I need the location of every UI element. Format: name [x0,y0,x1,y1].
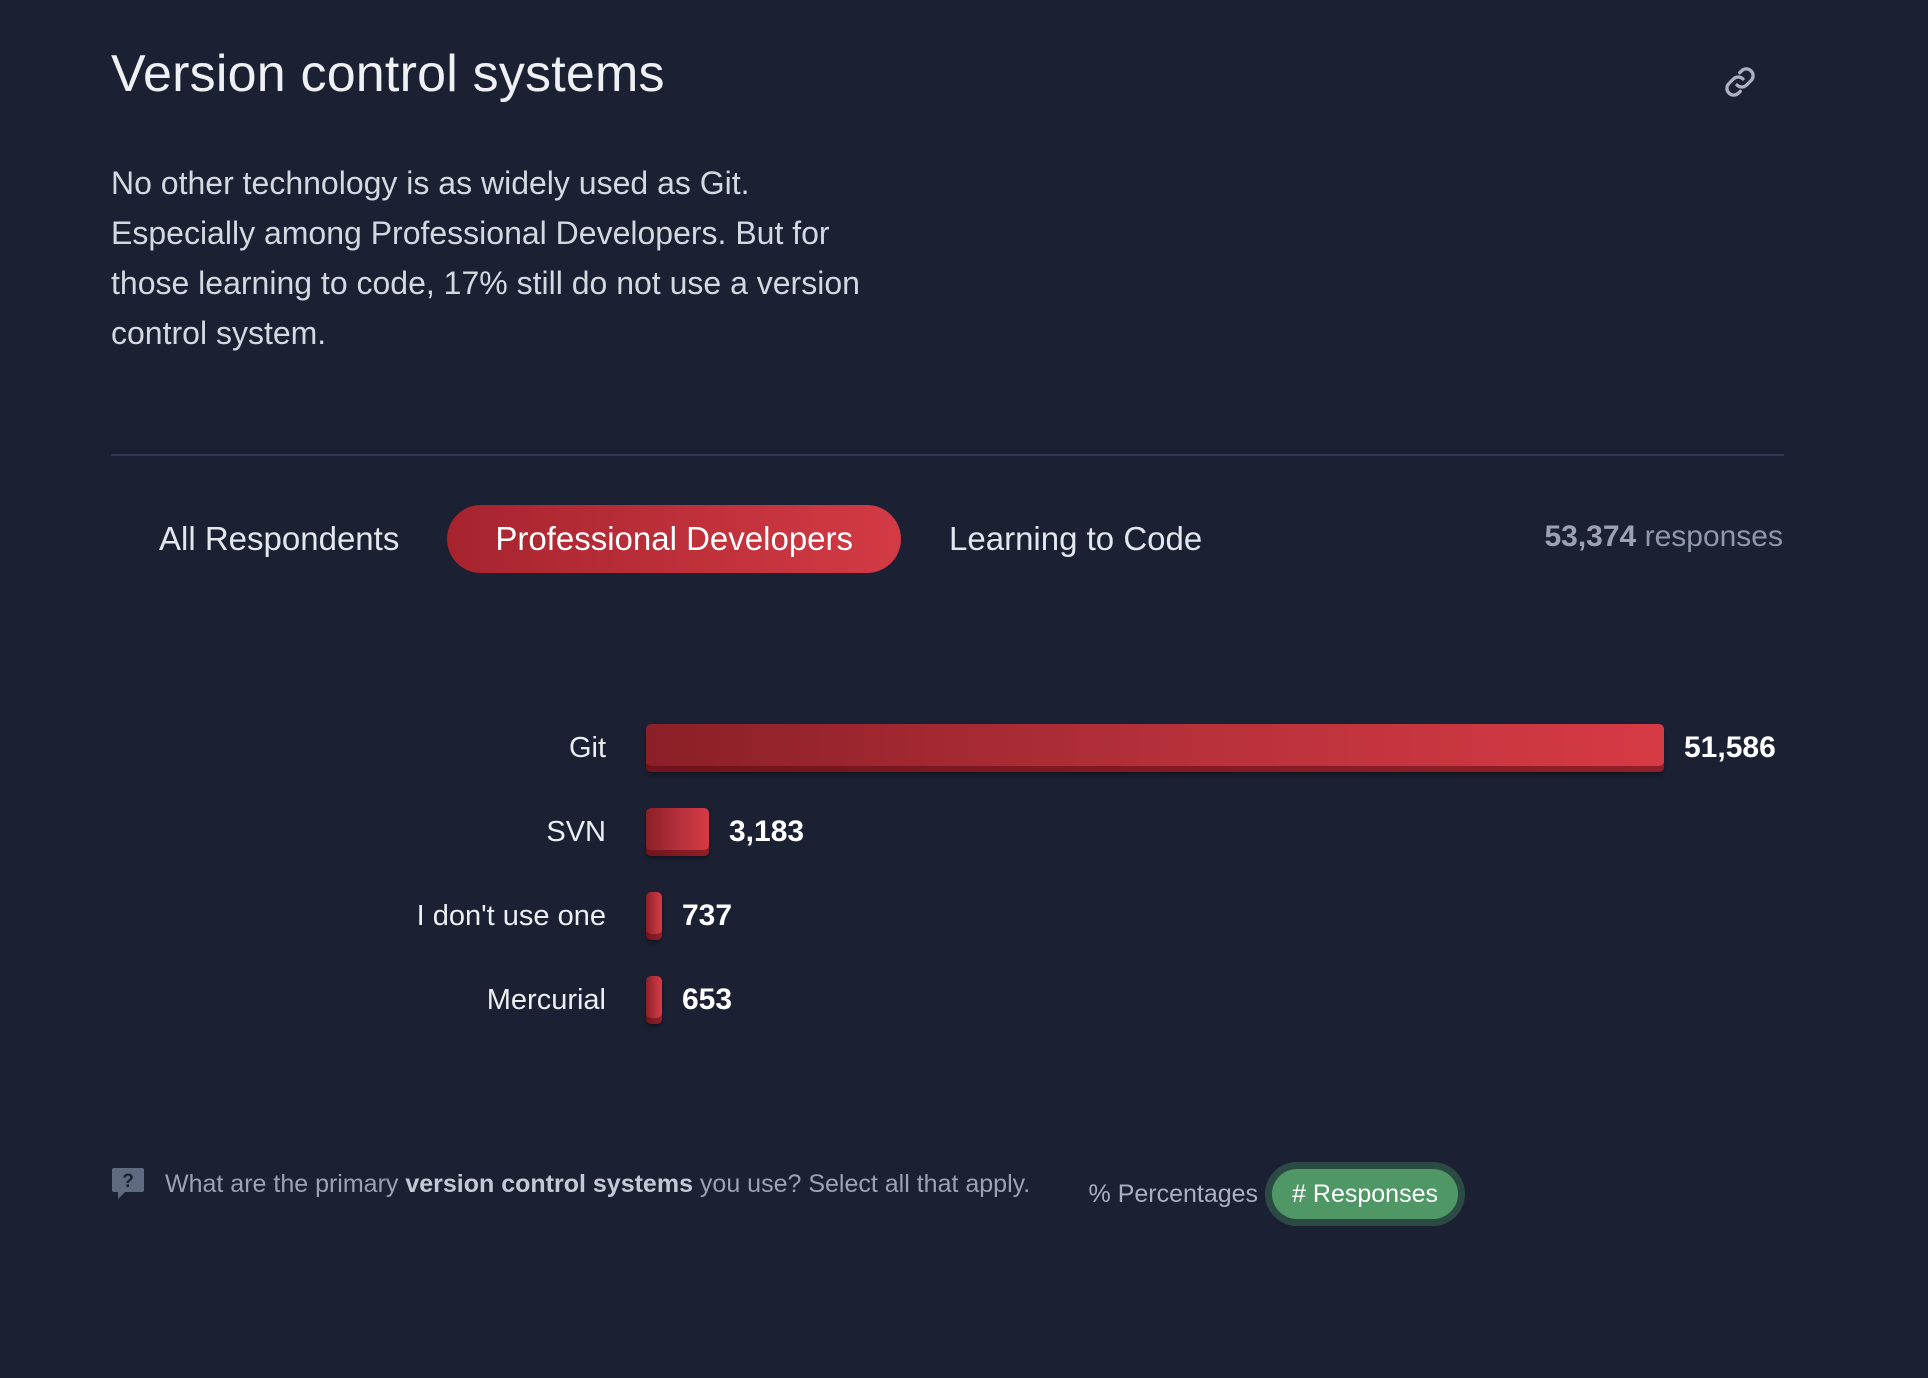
tab-all-respondents[interactable]: All Respondents [111,505,447,573]
bar-value-label: 737 [682,899,733,932]
toggle-responses[interactable]: # Responses [1272,1169,1458,1219]
bar-label: SVN [546,815,606,848]
chart-row: Git 51,586 [0,720,1928,776]
display-toggle: % Percentages # Responses [1089,1160,1458,1228]
responses-count: 53,374 responses [1544,520,1783,554]
link-icon [1725,67,1755,97]
divider [111,454,1784,456]
survey-question: ? What are the primary version control s… [111,1166,1030,1202]
bar[interactable] [646,724,1664,772]
bar-label: Git [568,731,606,764]
bar-value-label: 3,183 [729,815,805,848]
link-button[interactable] [1718,60,1762,104]
bar[interactable] [646,976,662,1024]
tab-professional-developers[interactable]: Professional Developers [447,505,902,573]
responses-number: 53,374 [1544,520,1637,553]
bar-value-label: 51,586 [1684,731,1776,764]
bar-value-label: 653 [682,983,733,1016]
question-icon: ? [112,1168,144,1199]
bar-label: I don't use one [416,899,606,932]
bar[interactable] [646,808,709,856]
tab-learning-to-code[interactable]: Learning to Code [901,505,1250,573]
question-bold: version control systems [405,1169,693,1198]
question-suffix: you use? Select all that apply. [692,1169,1031,1198]
bar-chart: Git 51,586 SVN 3,183 I don't use one 737 Mercu… [0,720,1928,1060]
chart-row: I don't use one 737 [0,888,1928,944]
section-description: No other technology is as widely used as… [111,165,860,351]
chart-row: Mercurial 653 [0,972,1928,1028]
bar[interactable] [646,892,662,940]
chart-row: SVN 3,183 [0,804,1928,860]
page-title: Version control systems [111,45,665,103]
respondent-tabs: All Respondents Professional Developers … [111,505,1250,573]
question-prefix: What are the primary [165,1169,406,1198]
svg-text:?: ? [122,1171,134,1192]
bar-label: Mercurial [486,983,606,1016]
responses-suffix: responses [1644,520,1783,553]
toggle-percentages[interactable]: % Percentages [1089,1180,1259,1209]
